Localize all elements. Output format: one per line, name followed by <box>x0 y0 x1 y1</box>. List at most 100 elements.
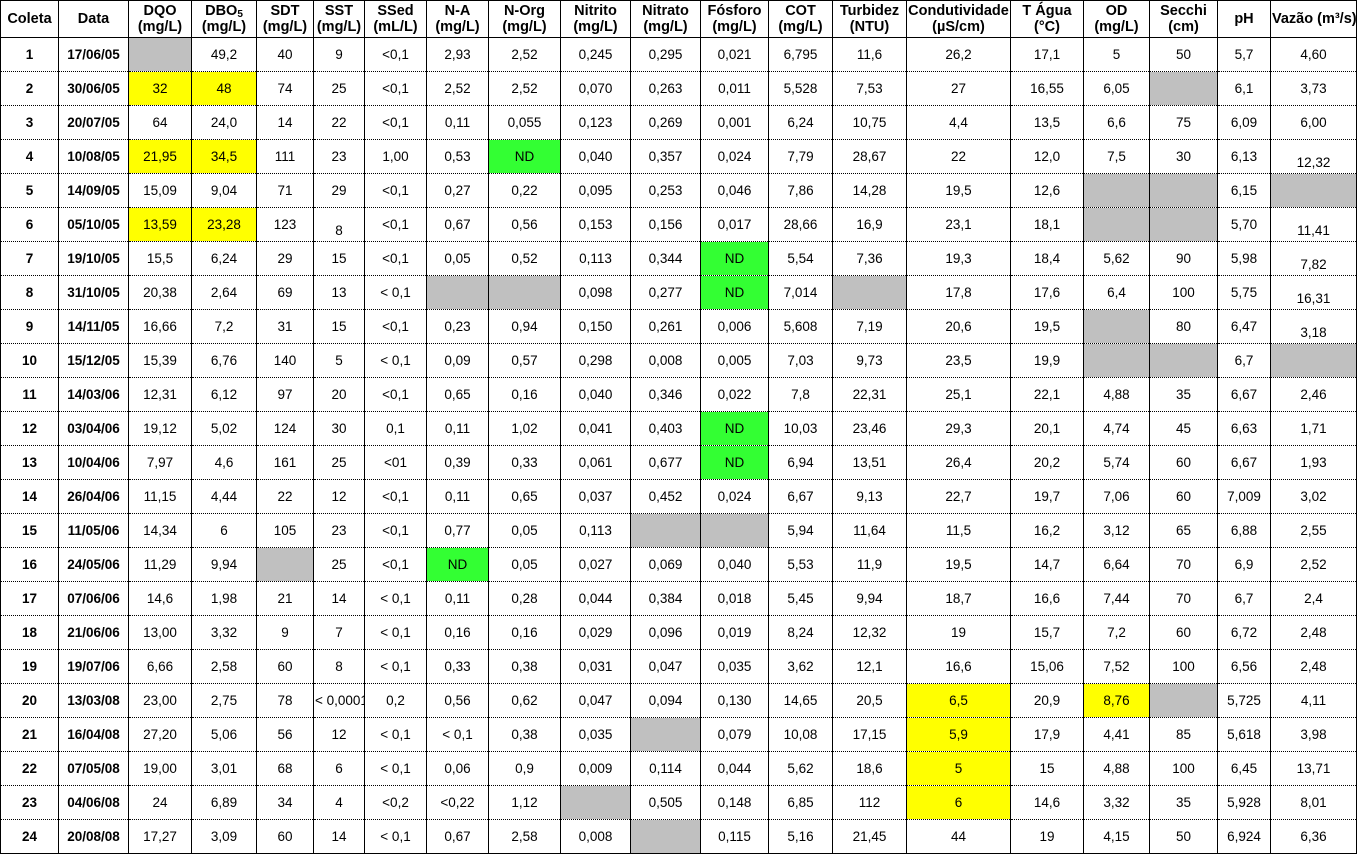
cell-od: 7,52 <box>1083 649 1150 685</box>
cell-sdt: 22 <box>256 479 314 515</box>
cell-ssed: <0,1 <box>364 309 427 345</box>
column-header-coleta: Coleta <box>0 0 59 39</box>
cell-dqo: 23,00 <box>128 683 192 719</box>
cell-sdt: 140 <box>256 343 314 379</box>
cell-vazao: 6,36 <box>1270 819 1357 854</box>
cell-sst: 30 <box>313 411 365 447</box>
cell-nitrato <box>630 717 701 753</box>
cell-coleta: 7 <box>0 241 59 277</box>
cell-dqo: 27,20 <box>128 717 192 753</box>
cell-secchi <box>1149 173 1218 209</box>
cell-secchi: 50 <box>1149 37 1218 73</box>
cell-sdt: 71 <box>256 173 314 209</box>
cell-od: 6,64 <box>1083 547 1150 583</box>
cell-cond: 23,1 <box>906 207 1011 243</box>
cell-dqo <box>128 37 192 73</box>
table-row: 6 05/10/05 13,59 23,28 123 8 <0,1 0,67 0,56 0,153… <box>0 207 1357 243</box>
cell-sst: 23 <box>313 139 365 175</box>
cell-coleta: 5 <box>0 173 59 209</box>
cell-od: 4,88 <box>1083 377 1150 413</box>
cell-ssed: <01 <box>364 445 427 481</box>
cell-fosforo: 0,046 <box>700 173 769 209</box>
cell-nitrato: 0,008 <box>630 343 701 379</box>
cell-ph: 6,45 <box>1217 751 1271 787</box>
cell-dbo: 49,2 <box>191 37 257 73</box>
cell-ph: 6,1 <box>1217 71 1271 107</box>
cell-dbo: 3,01 <box>191 751 257 787</box>
cell-cond: 16,6 <box>906 649 1011 685</box>
cell-turbidez <box>832 275 907 311</box>
cell-fosforo: ND <box>700 275 769 311</box>
cell-secchi: 60 <box>1149 445 1218 481</box>
cell-tagua: 20,1 <box>1010 411 1084 447</box>
cell-secchi: 50 <box>1149 819 1218 854</box>
cell-ph: 6,67 <box>1217 377 1271 413</box>
cell-fosforo: ND <box>700 411 769 447</box>
column-header-unit: (mL/L) <box>373 19 418 36</box>
cell-sdt: 68 <box>256 751 314 787</box>
cell-od <box>1083 173 1150 209</box>
cell-na: 0,77 <box>426 513 489 549</box>
cell-coleta: 11 <box>0 377 59 413</box>
cell-turbidez: 28,67 <box>832 139 907 175</box>
cell-turbidez: 21,45 <box>832 819 907 854</box>
cell-tagua: 19,7 <box>1010 479 1084 515</box>
cell-cot: 6,85 <box>768 785 833 821</box>
cell-od: 4,41 <box>1083 717 1150 753</box>
cell-sst: 8 <box>313 649 365 685</box>
column-header-title: Vazão (m³/s) <box>1272 11 1357 28</box>
cell-ssed: <0,2 <box>364 785 427 821</box>
cell-na: 0,65 <box>426 377 489 413</box>
cell-tagua: 17,1 <box>1010 37 1084 73</box>
cell-fosforo: 0,079 <box>700 717 769 753</box>
cell-ssed: <0,1 <box>364 479 427 515</box>
cell-fosforo: 0,011 <box>700 71 769 107</box>
cell-fosforo: 0,130 <box>700 683 769 719</box>
cell-cond: 20,6 <box>906 309 1011 345</box>
cell-tagua: 16,6 <box>1010 581 1084 617</box>
cell-tagua: 15,06 <box>1010 649 1084 685</box>
cell-tagua: 16,2 <box>1010 513 1084 549</box>
column-header-dbo: DBO5 (mg/L) <box>191 0 257 39</box>
cell-cond: 22,7 <box>906 479 1011 515</box>
cell-data: 15/12/05 <box>58 343 129 379</box>
cell-ph: 7,009 <box>1217 479 1271 515</box>
column-header-nitrato: Nitrato (mg/L) <box>630 0 701 39</box>
cell-coleta: 12 <box>0 411 59 447</box>
cell-na: 2,52 <box>426 71 489 107</box>
cell-turbidez: 17,15 <box>832 717 907 753</box>
cell-fosforo: ND <box>700 241 769 277</box>
cell-nitrato: 0,505 <box>630 785 701 821</box>
cell-dbo: 1,98 <box>191 581 257 617</box>
cell-secchi: 80 <box>1149 309 1218 345</box>
water-quality-data-table: Coleta Data DQO (mg/L) DBO5 (mg/L) SDT (mg/L) SS… <box>0 0 1357 854</box>
cell-vazao: 3,98 <box>1270 717 1357 753</box>
cell-fosforo: 0,040 <box>700 547 769 583</box>
cell-nitrito: 0,153 <box>560 207 631 243</box>
cell-coleta: 8 <box>0 275 59 311</box>
cell-sdt: 60 <box>256 649 314 685</box>
column-header-ssed: SSed (mL/L) <box>364 0 427 39</box>
cell-sst: 6 <box>313 751 365 787</box>
cell-ssed: <0,1 <box>364 71 427 107</box>
cell-cot: 6,67 <box>768 479 833 515</box>
cell-tagua: 13,5 <box>1010 105 1084 141</box>
cell-od: 6,4 <box>1083 275 1150 311</box>
column-header-unit: (mg/L) <box>643 19 688 36</box>
cell-nitrato: 0,261 <box>630 309 701 345</box>
column-header-unit: (°C) <box>1034 19 1060 36</box>
cell-ssed: < 0,1 <box>364 649 427 685</box>
cell-vazao: 2,4 <box>1270 581 1357 617</box>
cell-fosforo: 0,006 <box>700 309 769 345</box>
cell-vazao <box>1270 343 1357 379</box>
cell-sst: 14 <box>313 581 365 617</box>
cell-cot: 6,94 <box>768 445 833 481</box>
cell-na: 0,11 <box>426 105 489 141</box>
cell-data: 19/07/06 <box>58 649 129 685</box>
cell-fosforo: 0,021 <box>700 37 769 73</box>
cell-turbidez: 9,13 <box>832 479 907 515</box>
cell-coleta: 16 <box>0 547 59 583</box>
cell-ssed: < 0,1 <box>364 615 427 651</box>
cell-data: 14/03/06 <box>58 377 129 413</box>
cell-dbo: 3,32 <box>191 615 257 651</box>
